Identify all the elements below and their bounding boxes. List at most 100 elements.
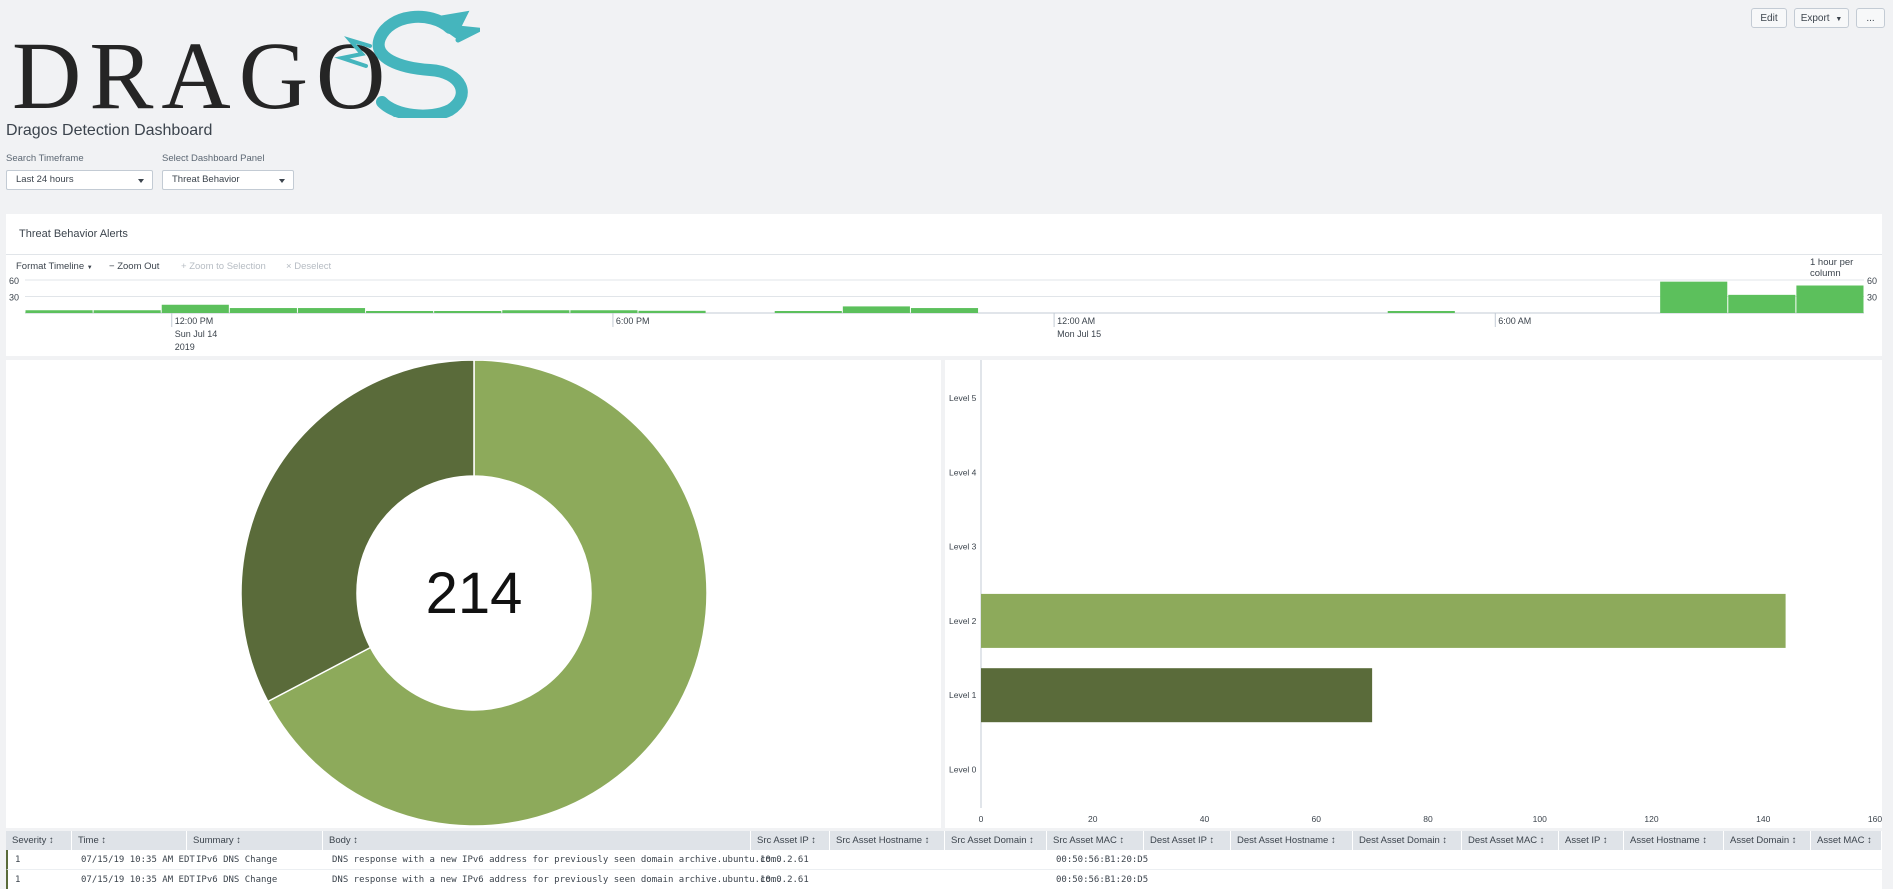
column-header[interactable]: Asset Domain ↕ <box>1724 831 1811 850</box>
timeline-bar[interactable] <box>774 311 842 313</box>
x-tick-label: 12:00 PM <box>175 316 214 326</box>
category-label: Level 3 <box>949 542 977 552</box>
dashboard-panel-value: Threat Behavior <box>172 174 240 185</box>
timeline-bar[interactable] <box>1796 285 1864 314</box>
timeline-bar[interactable] <box>910 308 979 313</box>
timeline-bar[interactable] <box>842 306 910 313</box>
table-cell: 00:50:56:B1:20:D5 <box>1056 855 1149 865</box>
timeline-bar[interactable] <box>1660 281 1728 313</box>
severity-bar[interactable] <box>981 593 1786 648</box>
donut-slice[interactable] <box>240 359 475 703</box>
category-label: Level 2 <box>949 616 977 626</box>
plus-icon: + <box>181 261 187 272</box>
caret-down-icon: ▼ <box>86 265 93 271</box>
page-title: Dragos Detection Dashboard <box>6 122 213 139</box>
column-header[interactable]: Dest Asset Hostname ↕ <box>1231 831 1353 850</box>
x-tick-label: 6:00 PM <box>616 316 650 326</box>
export-label: Export <box>1800 13 1830 24</box>
column-header[interactable]: Asset Hostname ↕ <box>1624 831 1724 850</box>
table-cell: 00:50:56:B1:20:D5 <box>1056 875 1149 885</box>
column-header[interactable]: Summary ↕ <box>187 831 323 850</box>
timeframe-label: Search Timeframe <box>6 153 84 164</box>
severity-bar[interactable] <box>981 668 1373 723</box>
table-header: Severity ↕ Time ↕ Summary ↕ Body ↕ Src Asset… <box>6 831 1882 850</box>
alerts-table: Severity ↕ Time ↕ Summary ↕ Body ↕ Src Asset… <box>6 831 1882 889</box>
table-cell: IPv6 DNS Change <box>196 855 278 865</box>
timeline-bar[interactable] <box>366 311 434 313</box>
logo-wordmark: DRAGO <box>12 22 393 118</box>
more-button[interactable]: ... <box>1856 8 1885 28</box>
timeframe-value: Last 24 hours <box>16 174 74 185</box>
column-header[interactable]: Time ↕ <box>72 831 187 850</box>
timeline-bar[interactable] <box>434 311 502 313</box>
column-header[interactable]: Body ↕ <box>323 831 751 850</box>
column-header[interactable]: Asset MAC ↕ <box>1811 831 1882 850</box>
deselect-button[interactable]: × Deselect <box>286 261 331 272</box>
close-icon: × <box>286 261 292 272</box>
column-header[interactable]: Src Asset Domain ↕ <box>945 831 1047 850</box>
x-tick-label: 140 <box>1756 814 1770 824</box>
x-tick-label: 20 <box>1088 814 1098 824</box>
timeframe-select[interactable]: Last 24 hours <box>6 170 153 190</box>
format-timeline-button[interactable]: Format Timeline ▼ <box>16 261 93 272</box>
table-cell: 07/15/19 10:35 AM EDT <box>81 855 195 865</box>
dashboard-panel-select[interactable]: Threat Behavior <box>162 170 294 190</box>
divider <box>6 254 1882 255</box>
x-tick-label: 100 <box>1533 814 1547 824</box>
caret-down-icon <box>279 179 285 183</box>
zoom-out-button[interactable]: − Zoom Out <box>109 261 159 272</box>
column-header[interactable]: Src Asset IP ↕ <box>751 831 830 850</box>
column-header[interactable]: Dest Asset IP ↕ <box>1144 831 1231 850</box>
x-tick-label: 0 <box>979 814 984 824</box>
minus-icon: − <box>109 261 115 272</box>
timeline-chart[interactable]: 60 60 30 30 12:00 PM Sun Jul 14 2019 6:00 PM 12:… <box>6 274 1882 374</box>
timeline-bar[interactable] <box>25 310 93 313</box>
timeline-bar[interactable] <box>570 310 638 313</box>
table-cell: 1 <box>15 875 21 885</box>
severity-donut-panel: 214 <box>6 359 941 828</box>
category-label: Level 4 <box>949 467 977 477</box>
x-tick-label: 120 <box>1644 814 1658 824</box>
timeline-bar[interactable] <box>1728 294 1796 313</box>
table-cell: DNS response with a new IPv6 address for… <box>332 855 782 865</box>
table-cell: 07/15/19 10:35 AM EDT <box>81 875 195 885</box>
column-header[interactable]: Src Asset MAC ↕ <box>1047 831 1144 850</box>
edit-button[interactable]: Edit <box>1751 8 1787 28</box>
donut-center-label: 214 <box>426 561 523 626</box>
timeline-bar[interactable] <box>297 308 366 313</box>
zoom-selection-button[interactable]: + Zoom to Selection <box>181 261 266 272</box>
column-header[interactable]: Severity ↕ <box>6 831 72 850</box>
x-tick-label: 60 <box>1312 814 1322 824</box>
timeline-bar[interactable] <box>1387 311 1455 313</box>
table-cell: DNS response with a new IPv6 address for… <box>332 875 782 885</box>
severity-bar-chart[interactable]: Level 5 Level 4 Level 3 Level 2 Level 1 Level… <box>945 360 1882 828</box>
category-label: Level 5 <box>949 393 977 403</box>
x-tick-label: Mon Jul 15 <box>1057 329 1101 339</box>
format-timeline-label: Format Timeline <box>16 261 85 272</box>
timeline-bar[interactable] <box>638 310 706 313</box>
column-header[interactable]: Dest Asset MAC ↕ <box>1462 831 1559 850</box>
column-header[interactable]: Src Asset Hostname ↕ <box>830 831 945 850</box>
y-tick-label: 30 <box>1867 293 1877 303</box>
x-tick-label: Sun Jul 14 <box>175 329 218 339</box>
table-row[interactable]: 1 07/15/19 10:35 AM EDT IPv6 DNS Change DNS… <box>6 870 1882 889</box>
table-cell: 10.0.2.61 <box>760 875 809 885</box>
zoom-out-label: Zoom Out <box>117 261 160 272</box>
column-header[interactable]: Dest Asset Domain ↕ <box>1353 831 1462 850</box>
x-tick-label: 40 <box>1200 814 1210 824</box>
timeline-bar[interactable] <box>161 304 229 313</box>
timeline-bar[interactable] <box>229 308 297 313</box>
table-cell: IPv6 DNS Change <box>196 875 278 885</box>
caret-down-icon <box>138 179 144 183</box>
panel-title: Threat Behavior Alerts <box>19 228 128 240</box>
timeline-bar[interactable] <box>93 310 161 313</box>
table-cell: 10.0.2.61 <box>760 855 809 865</box>
column-header[interactable]: Asset IP ↕ <box>1559 831 1624 850</box>
timeline-bar[interactable] <box>502 310 570 313</box>
severity-donut-chart[interactable]: 214 <box>6 359 941 828</box>
x-tick-label: 160 <box>1868 814 1882 824</box>
export-button[interactable]: Export ▼ <box>1794 8 1849 28</box>
threat-behavior-panel: Threat Behavior Alerts Format Timeline ▼… <box>6 214 1882 356</box>
table-row[interactable]: 1 07/15/19 10:35 AM EDT IPv6 DNS Change DNS… <box>6 850 1882 870</box>
x-tick-label: 2019 <box>175 342 195 352</box>
